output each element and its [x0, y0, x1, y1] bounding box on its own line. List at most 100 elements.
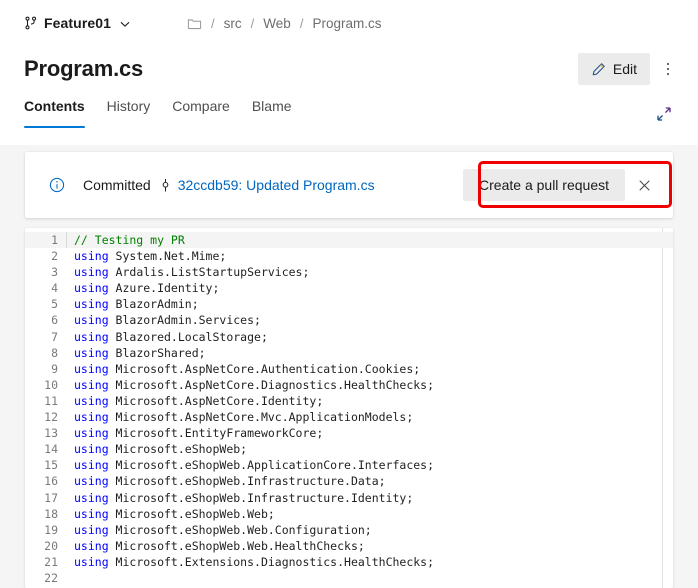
tab-bar: Contents History Compare Blame: [0, 96, 698, 136]
code-token: Microsoft.AspNetCore.Mvc.ApplicationMode…: [108, 410, 414, 425]
code-line: 12 using Microsoft.AspNetCore.Mvc.Applica…: [25, 409, 673, 425]
code-token: using: [74, 458, 109, 473]
code-line-number: 18: [44, 506, 58, 521]
code-line: 19 using Microsoft.eShopWeb.Web.Configura…: [25, 522, 673, 538]
commit-status-label: Committed: [83, 177, 151, 193]
create-pull-request-button[interactable]: Create a pull request: [463, 169, 625, 201]
commit-notification-card: Committed 32ccdb59: Updated Program.cs C…: [25, 152, 673, 218]
fullscreen-toggle-button[interactable]: [650, 100, 678, 128]
code-line-content: using BlazorShared;: [67, 345, 673, 361]
expand-diagonal-icon: [656, 106, 672, 122]
code-line: 1 // Testing my PR: [25, 232, 673, 249]
kebab-menu-icon: [666, 62, 670, 76]
code-token: Microsoft.eShopWeb.Web;: [108, 506, 275, 521]
breadcrumb-item-program-cs[interactable]: Program.cs: [312, 16, 381, 31]
code-line: 4 using Azure.Identity;: [25, 280, 673, 296]
branch-name-label: Feature01: [44, 15, 112, 31]
code-token: Ardalis.ListStartupServices;: [108, 265, 310, 280]
code-line: 5 using BlazorAdmin;: [25, 296, 673, 312]
code-line: 10 using Microsoft.AspNetCore.Diagnostics…: [25, 377, 673, 393]
code-token: using: [74, 297, 109, 312]
code-line-number: 20: [44, 538, 58, 553]
code-token: Microsoft.AspNetCore.Authentication.Cook…: [108, 361, 421, 376]
code-line: 21 using Microsoft.Extensions.Diagnostics…: [25, 554, 673, 570]
code-token: using: [74, 442, 109, 457]
more-actions-button[interactable]: [652, 53, 684, 85]
code-token: using: [74, 377, 109, 392]
breadcrumb: / src / Web / Program.cs: [187, 16, 381, 31]
dismiss-notification-button[interactable]: [633, 171, 655, 199]
commit-link[interactable]: 32ccdb59: Updated Program.cs: [178, 177, 375, 193]
notification-actions: Create a pull request: [463, 169, 655, 201]
tab-compare[interactable]: Compare: [163, 96, 243, 128]
code-line: 7 using Blazored.LocalStorage;: [25, 329, 673, 345]
code-token: Azure.Identity;: [108, 281, 220, 296]
code-token: Microsoft.AspNetCore.Identity;: [108, 393, 324, 408]
edit-button-label: Edit: [612, 61, 637, 77]
title-row: Program.cs Edit: [0, 46, 698, 92]
code-token: using: [74, 426, 109, 441]
breadcrumb-separator: /: [250, 15, 255, 31]
code-line-content: // Testing my PR: [66, 232, 673, 249]
code-token: Microsoft.eShopWeb.Infrastructure.Identi…: [108, 490, 414, 505]
code-token: using: [74, 554, 109, 569]
code-token: Blazored.LocalStorage;: [108, 329, 268, 344]
code-line-number: 7: [51, 329, 58, 344]
code-token: using: [74, 490, 109, 505]
breadcrumb-separator: /: [211, 15, 215, 31]
code-line-number: 4: [51, 281, 58, 296]
code-token: Microsoft.AspNetCore.Diagnostics.HealthC…: [108, 377, 435, 392]
code-token: using: [74, 281, 109, 296]
code-token: using: [74, 393, 109, 408]
code-line-content: using Microsoft.AspNetCore.Identity;: [67, 393, 673, 409]
code-line-number: 22: [44, 570, 58, 585]
folder-icon[interactable]: [187, 16, 202, 31]
code-token: using: [74, 313, 109, 328]
code-line-content: using System.Net.Mime;: [67, 248, 673, 264]
breadcrumb-separator: /: [299, 15, 304, 31]
edit-button[interactable]: Edit: [577, 53, 650, 85]
code-line: 2 using System.Net.Mime;: [25, 248, 673, 264]
code-token: using: [74, 265, 109, 280]
code-line-content: using BlazorAdmin;: [67, 296, 673, 312]
code-line-content: using Microsoft.eShopWeb;: [67, 441, 673, 457]
breadcrumb-item-web[interactable]: Web: [263, 16, 291, 31]
code-token: Microsoft.eShopWeb;: [108, 442, 248, 457]
code-token: using: [74, 506, 109, 521]
code-token: using: [74, 538, 109, 553]
code-line-content: using BlazorAdmin.Services;: [67, 312, 673, 328]
breadcrumb-item-src[interactable]: src: [224, 16, 242, 31]
code-line-number: 6: [51, 313, 58, 328]
code-line-content: using Blazored.LocalStorage;: [67, 329, 673, 345]
tab-list: Contents History Compare Blame: [24, 96, 305, 128]
commit-notification-text: Committed 32ccdb59: Updated Program.cs: [83, 177, 375, 193]
code-line-content: using Microsoft.eShopWeb.Web;: [67, 506, 673, 522]
info-circle-icon: [49, 177, 65, 193]
code-line-number: 12: [44, 410, 58, 425]
code-line: 11 using Microsoft.AspNetCore.Identity;: [25, 393, 673, 409]
code-line-number: 1: [51, 233, 58, 247]
code-line: 15 using Microsoft.eShopWeb.ApplicationCo…: [25, 457, 673, 473]
code-line-number: 8: [51, 345, 58, 360]
branch-selector[interactable]: Feature01: [24, 15, 131, 31]
code-token: using: [74, 361, 109, 376]
code-token: // Testing my PR: [74, 233, 185, 247]
code-line-content: using Microsoft.Extensions.Diagnostics.H…: [67, 554, 673, 570]
tab-history[interactable]: History: [98, 96, 164, 128]
code-token: BlazorShared;: [108, 345, 206, 360]
code-line: 14 using Microsoft.eShopWeb;: [25, 441, 673, 457]
tab-blame-label: Blame: [251, 98, 292, 114]
code-line: 16 using Microsoft.eShopWeb.Infrastructur…: [25, 473, 673, 489]
code-token: Microsoft.Extensions.Diagnostics.HealthC…: [108, 554, 435, 569]
file-view-page: Feature01 / src / Web / Program.cs Progr…: [0, 0, 698, 588]
code-token: using: [74, 329, 109, 344]
tab-contents[interactable]: Contents: [24, 96, 98, 128]
code-line-number: 5: [51, 297, 58, 312]
code-token: using: [74, 345, 109, 360]
code-token: using: [74, 410, 109, 425]
code-viewer[interactable]: 1 // Testing my PR 2 using System.Net.Mime;…: [25, 228, 673, 588]
tab-blame[interactable]: Blame: [243, 96, 305, 128]
code-token: Microsoft.eShopWeb.Web.Configuration;: [108, 522, 372, 537]
code-line-content: using Microsoft.AspNetCore.Diagnostics.H…: [67, 377, 673, 393]
code-line: 6 using BlazorAdmin.Services;: [25, 312, 673, 328]
